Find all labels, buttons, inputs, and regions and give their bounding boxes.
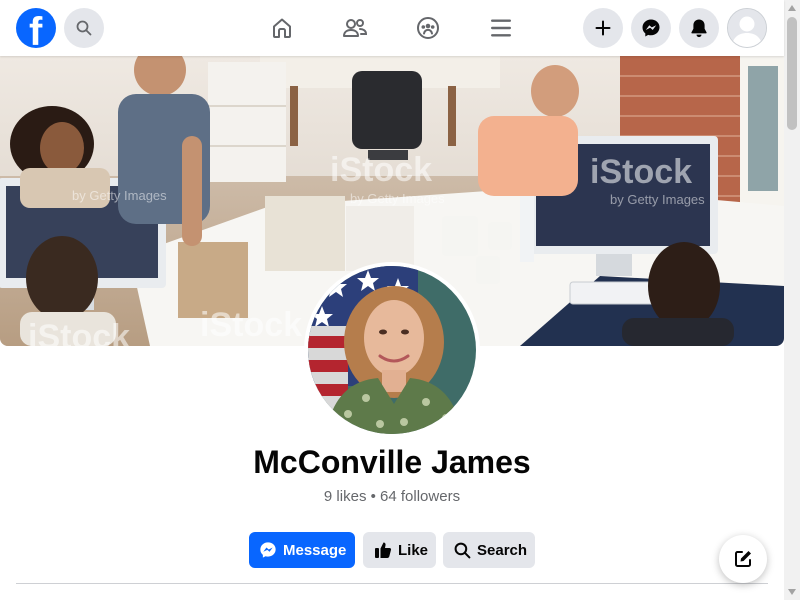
home-icon <box>273 18 291 38</box>
likes-followers-count[interactable]: 9 likes • 64 followers <box>0 488 784 505</box>
cover-watermark: iStock <box>590 153 693 191</box>
cover-watermark-sub: by Getty Images <box>72 188 167 203</box>
arrow-down-icon <box>788 589 796 595</box>
notifications-button[interactable] <box>679 8 719 48</box>
search-icon <box>76 20 92 36</box>
new-message-button[interactable] <box>719 535 767 583</box>
message-button[interactable]: Message <box>249 532 355 568</box>
top-navigation-bar: f <box>0 0 784 56</box>
search-icon <box>454 542 471 558</box>
search-button[interactable] <box>64 8 104 48</box>
scrollbar-thumb[interactable] <box>787 17 797 130</box>
account-button[interactable] <box>727 8 767 48</box>
bell-icon <box>691 19 707 38</box>
scroll-down-arrow[interactable] <box>784 584 800 600</box>
search-page-button[interactable]: Search <box>443 532 535 568</box>
cover-watermark-sub: by Getty Images <box>610 192 705 207</box>
search-button-label: Search <box>477 541 528 559</box>
menu-icon <box>491 19 511 37</box>
groups-icon <box>417 17 439 39</box>
nav-groups[interactable] <box>408 8 448 48</box>
like-button-label: Like <box>398 541 429 559</box>
page-title: McConville James <box>253 444 531 480</box>
messenger-icon <box>642 19 660 37</box>
plus-icon <box>595 20 611 36</box>
facebook-logo[interactable]: f <box>16 8 56 48</box>
thumbs-up-icon <box>375 542 392 558</box>
facebook-logo-letter: f <box>29 10 43 48</box>
nav-home[interactable] <box>262 8 302 48</box>
messenger-button[interactable] <box>631 8 671 48</box>
avatar-icon <box>728 9 766 47</box>
cover-watermark-sub: by Getty Images <box>350 191 445 206</box>
message-button-label: Message <box>283 541 347 559</box>
profile-photo-image <box>308 266 476 434</box>
compose-icon <box>735 551 751 567</box>
cover-watermark: iStock <box>200 306 303 344</box>
section-divider <box>16 583 768 584</box>
friends-icon <box>343 19 368 37</box>
scroll-up-arrow[interactable] <box>784 0 800 16</box>
messenger-icon <box>260 542 276 558</box>
like-button[interactable]: Like <box>363 532 436 568</box>
cover-watermark: iStock <box>28 318 131 346</box>
create-button[interactable] <box>583 8 623 48</box>
profile-picture[interactable] <box>304 262 480 438</box>
arrow-up-icon <box>788 5 796 11</box>
cover-watermark: iStock <box>330 151 433 189</box>
nav-menu[interactable] <box>481 8 521 48</box>
nav-friends[interactable] <box>335 8 375 48</box>
